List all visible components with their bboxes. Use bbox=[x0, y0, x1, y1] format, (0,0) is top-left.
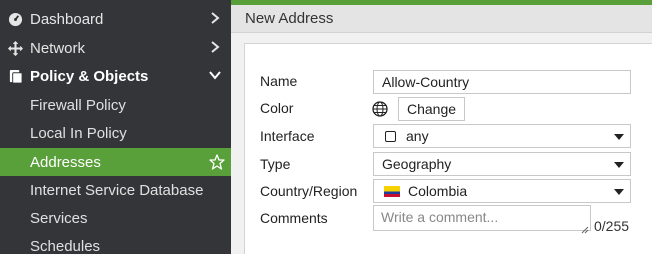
change-button-label: Change bbox=[407, 101, 457, 117]
country-value: Colombia bbox=[408, 183, 468, 199]
network-icon bbox=[7, 40, 23, 56]
comments-char-counter: 0/255 bbox=[594, 218, 630, 234]
sidebar-subitem-label: Firewall Policy bbox=[30, 96, 126, 114]
sidebar: Dashboard Network Policy & Objects Firew… bbox=[0, 0, 231, 254]
sidebar-subitem-schedules[interactable]: Schedules bbox=[0, 232, 231, 254]
chevron-down-icon bbox=[208, 68, 222, 82]
colombia-flag-icon bbox=[384, 185, 400, 197]
comments-label: Comments bbox=[260, 210, 328, 226]
color-label: Color bbox=[260, 100, 294, 116]
sidebar-item-dashboard[interactable]: Dashboard bbox=[0, 5, 231, 33]
sidebar-subitem-services[interactable]: Services bbox=[0, 204, 231, 232]
sidebar-subitem-label: Internet Service Database bbox=[30, 181, 204, 199]
globe-icon bbox=[372, 101, 388, 117]
page-title-bar: New Address bbox=[231, 5, 652, 33]
interface-value: any bbox=[406, 128, 429, 144]
sidebar-subitem-firewall-policy[interactable]: Firewall Policy bbox=[0, 91, 231, 119]
star-icon[interactable] bbox=[209, 154, 225, 170]
caret-down-icon bbox=[614, 162, 624, 168]
sidebar-item-label: Network bbox=[30, 39, 86, 57]
sidebar-subitem-addresses[interactable]: Addresses bbox=[0, 148, 231, 176]
change-color-button[interactable]: Change bbox=[398, 97, 466, 121]
name-input[interactable]: Allow-Country bbox=[373, 70, 631, 94]
sidebar-subitem-label: Addresses bbox=[30, 153, 101, 171]
caret-down-icon bbox=[614, 134, 624, 140]
sidebar-item-network[interactable]: Network bbox=[0, 34, 231, 62]
sidebar-item-policy-objects[interactable]: Policy & Objects bbox=[0, 62, 231, 90]
sidebar-subitem-label: Services bbox=[30, 209, 88, 227]
chevron-right-icon bbox=[208, 11, 222, 25]
checkbox-icon bbox=[385, 130, 396, 142]
comments-placeholder: Write a comment... bbox=[381, 209, 499, 225]
sidebar-item-label: Dashboard bbox=[30, 10, 104, 28]
policy-icon bbox=[7, 68, 23, 84]
type-label: Type bbox=[260, 156, 291, 172]
dashboard-icon bbox=[7, 11, 23, 27]
country-region-label: Country/Region bbox=[260, 183, 358, 199]
page-title: New Address bbox=[245, 10, 334, 27]
chevron-right-icon bbox=[208, 40, 222, 54]
name-value: Allow-Country bbox=[382, 74, 470, 90]
comments-textarea[interactable]: Write a comment... bbox=[373, 205, 591, 234]
caret-down-icon bbox=[614, 189, 624, 195]
sidebar-subitem-label: Local In Policy bbox=[30, 124, 127, 142]
type-select[interactable]: Geography bbox=[373, 152, 631, 176]
country-region-select[interactable]: Colombia bbox=[373, 179, 631, 203]
type-value: Geography bbox=[382, 156, 452, 172]
interface-label: Interface bbox=[260, 128, 315, 144]
resize-handle-icon[interactable] bbox=[581, 221, 589, 234]
sidebar-subitem-local-in-policy[interactable]: Local In Policy bbox=[0, 119, 231, 147]
sidebar-subitem-label: Schedules bbox=[30, 237, 101, 254]
interface-select[interactable]: any bbox=[373, 124, 631, 148]
name-label: Name bbox=[260, 73, 298, 89]
sidebar-subitem-internet-service-database[interactable]: Internet Service Database bbox=[0, 176, 231, 204]
sidebar-item-label: Policy & Objects bbox=[30, 67, 149, 85]
